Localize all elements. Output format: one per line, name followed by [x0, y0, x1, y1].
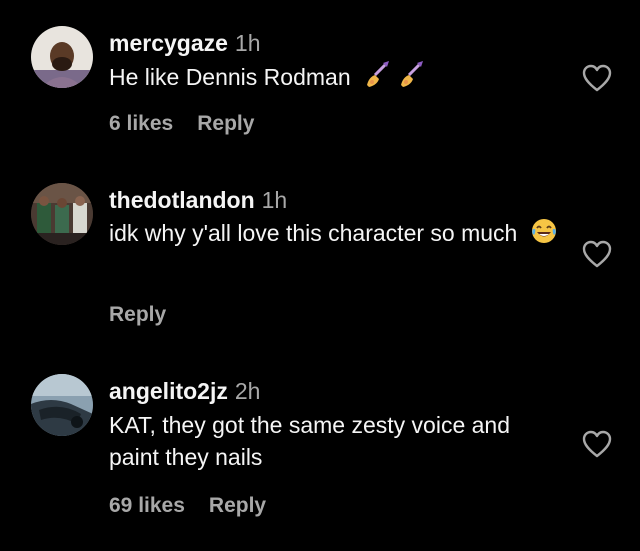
username[interactable]: thedotlandon — [109, 187, 255, 213]
like-heart-icon[interactable] — [582, 240, 612, 268]
tears-of-joy-icon — [530, 217, 558, 253]
comment-text: KAT, they got the same zesty voice and p… — [109, 412, 511, 470]
reply-button[interactable]: Reply — [209, 494, 266, 517]
likes-count[interactable]: 69 likes — [109, 494, 185, 517]
timestamp: 2h — [234, 378, 261, 404]
timestamp: 1h — [234, 30, 261, 56]
reply-button[interactable]: Reply — [197, 112, 254, 135]
avatar[interactable] — [31, 183, 93, 245]
comment-text: He like Dennis Rodman — [109, 64, 351, 90]
like-heart-icon[interactable] — [582, 64, 612, 92]
comment-text: idk why y'all love this character so muc… — [109, 220, 518, 246]
reply-button[interactable]: Reply — [109, 303, 166, 326]
like-heart-icon[interactable] — [582, 430, 612, 458]
timestamp: 1h — [261, 187, 288, 213]
nail-polish-icon — [397, 59, 427, 97]
nail-polish-icon — [363, 59, 393, 97]
avatar[interactable] — [31, 374, 93, 436]
username[interactable]: angelito2jz — [109, 378, 228, 404]
avatar[interactable] — [31, 26, 93, 88]
username[interactable]: mercygaze — [109, 30, 228, 56]
likes-count[interactable]: 6 likes — [109, 112, 173, 135]
